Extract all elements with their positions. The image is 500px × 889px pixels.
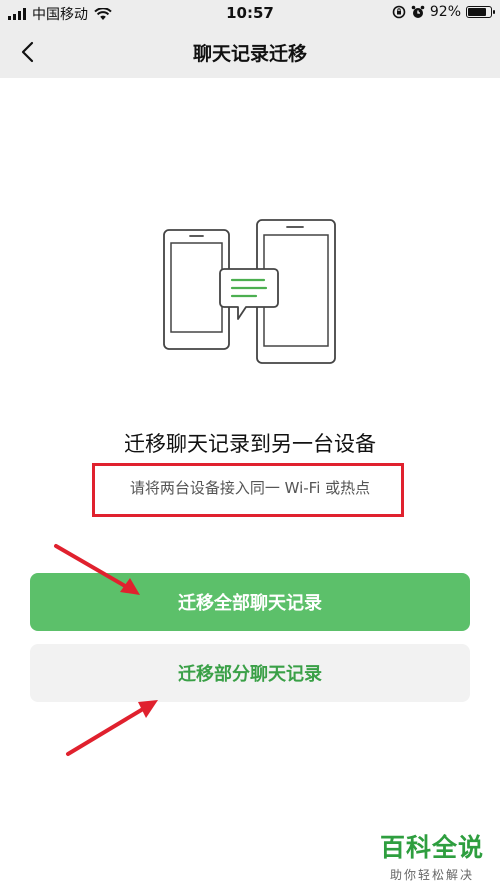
wifi-hint-text: 请将两台设备接入同一 Wi-Fi 或热点 <box>129 479 371 497</box>
carrier-name: 中国移动 <box>32 7 88 23</box>
migration-title: 迁移聊天记录到另一台设备 <box>124 432 376 456</box>
status-right: 92% <box>392 4 495 20</box>
wifi-icon <box>94 7 112 20</box>
battery-icon <box>466 6 495 18</box>
watermark-title: 百科全说 <box>379 833 484 862</box>
watermark-subtitle: 助你轻松解决 <box>389 868 474 882</box>
signal-icon <box>8 8 26 20</box>
annotation-arrow-icon <box>54 544 140 595</box>
navigation-bar: 聊天记录迁移 <box>0 26 500 78</box>
status-bar: 中国移动 10:57 92% <box>0 0 500 26</box>
battery-level-fill <box>468 8 487 16</box>
status-left: 中国移动 <box>8 4 112 24</box>
device-transfer-illustration <box>163 219 336 364</box>
page-title: 聊天记录迁移 <box>192 43 307 65</box>
lock-rotation-icon <box>392 5 406 19</box>
back-button[interactable] <box>10 36 44 68</box>
alarm-icon <box>411 5 425 18</box>
back-chevron-icon <box>21 41 34 63</box>
battery-percent: 92% <box>429 4 461 20</box>
watermark-logo: 百科全说 助你轻松解决 <box>380 828 484 883</box>
annotation-arrow-icon <box>66 700 158 756</box>
